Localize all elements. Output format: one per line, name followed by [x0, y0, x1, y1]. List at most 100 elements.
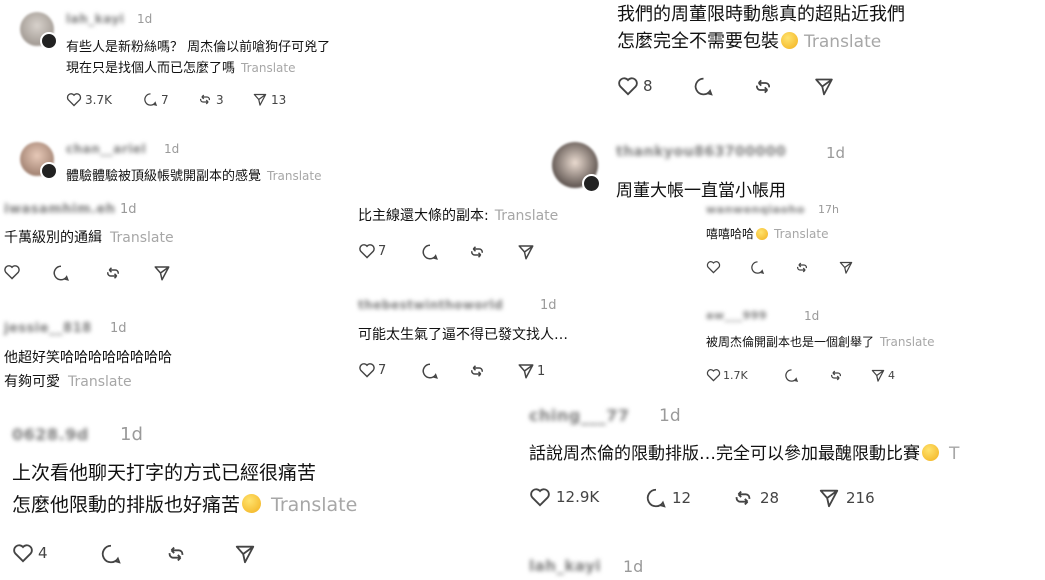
- heart-icon: [4, 265, 20, 280]
- repost-button[interactable]: 3: [197, 92, 224, 107]
- reply-button[interactable]: 7: [143, 92, 169, 107]
- comment-text: 嘻嘻哈哈 Translate: [706, 227, 829, 241]
- translate-link[interactable]: Translate: [68, 374, 132, 390]
- comment-card: ching___77 1d 話說周杰倫的限動排版…完全可以參加最醜限動比賽 T 1…: [525, 396, 1045, 531]
- comment-text: 被周杰倫開副本也是一個創舉了 Translate: [706, 335, 935, 349]
- comment-icon: [422, 363, 438, 379]
- share-button[interactable]: 216: [817, 487, 875, 509]
- username[interactable]: aw___999: [706, 309, 767, 322]
- translate-link[interactable]: Translate: [271, 494, 357, 516]
- share-icon: [518, 364, 534, 379]
- repost-button[interactable]: [164, 543, 188, 565]
- repost-button[interactable]: 28: [731, 487, 779, 509]
- like-button[interactable]: [706, 260, 721, 274]
- share-count: 1: [537, 363, 546, 379]
- translate-link[interactable]: Translate: [110, 230, 174, 246]
- share-button[interactable]: 1: [517, 362, 545, 380]
- comment-text: 有夠可愛 Translate: [4, 374, 132, 390]
- username[interactable]: ching___77: [529, 406, 629, 425]
- username[interactable]: wanwenqiaoho: [706, 203, 805, 216]
- comment-text: 有些人是新粉絲嗎？ 周杰倫以前嗆狗仔可兇了: [66, 40, 331, 55]
- comment-text: 他超好笑哈哈哈哈哈哈哈哈: [4, 350, 172, 366]
- comment-card: 我們的周董限時動態真的超貼近我們 怎麼完全不需要包裝 Translate 8: [525, 0, 1045, 118]
- share-button[interactable]: 4: [870, 368, 895, 383]
- repost-icon: [735, 490, 751, 506]
- reply-button[interactable]: [750, 260, 765, 275]
- comment-text: 可能太生氣了逼不得已發文找人…: [358, 327, 568, 343]
- username[interactable]: chan__ariel: [66, 142, 146, 156]
- like-count: 1.7K: [723, 368, 748, 382]
- share-button[interactable]: 13: [252, 92, 286, 107]
- comment-text: 話說周杰倫的限動排版…完全可以參加最醜限動比賽 T: [529, 444, 960, 464]
- repost-button[interactable]: [468, 243, 486, 261]
- share-button[interactable]: [517, 243, 535, 261]
- share-button[interactable]: [233, 543, 257, 565]
- share-count: 4: [888, 369, 895, 382]
- username[interactable]: 0628.9d: [12, 425, 89, 444]
- share-button[interactable]: [838, 260, 854, 275]
- translate-link[interactable]: Translate: [241, 61, 296, 75]
- repost-button[interactable]: [468, 362, 486, 380]
- like-count: 3.7K: [85, 92, 112, 107]
- timestamp: 1d: [804, 309, 820, 323]
- username[interactable]: iwasamhim.eh: [4, 202, 116, 217]
- heart-icon: [706, 369, 721, 382]
- like-button[interactable]: 8: [617, 76, 653, 96]
- translate-link[interactable]: T: [949, 444, 959, 464]
- comment-text: 體驗體驗被頂級帳號開副本的感覺 Translate: [66, 169, 322, 184]
- share-button[interactable]: [153, 264, 171, 282]
- repost-icon: [471, 365, 483, 377]
- repost-count: 3: [216, 92, 224, 107]
- reply-button[interactable]: [421, 362, 439, 380]
- repost-button[interactable]: [104, 264, 122, 282]
- repost-button[interactable]: [828, 368, 844, 383]
- username[interactable]: lah_kayi: [529, 557, 601, 575]
- grinning-emoji-icon: [242, 494, 262, 513]
- heart-icon: [706, 261, 721, 274]
- translate-link[interactable]: Translate: [804, 32, 881, 52]
- repost-button[interactable]: [794, 260, 810, 275]
- share-icon: [839, 261, 853, 274]
- share-button[interactable]: [813, 76, 835, 97]
- share-icon: [154, 266, 170, 281]
- like-button[interactable]: 7: [358, 243, 386, 259]
- translate-link[interactable]: Translate: [267, 169, 322, 183]
- share-icon: [253, 93, 267, 106]
- comment-card: jessie__818 1d 他超好笑哈哈哈哈哈哈哈哈 有夠可愛 Translat…: [0, 312, 350, 400]
- like-button[interactable]: 7: [358, 362, 386, 378]
- repost-icon: [831, 370, 841, 381]
- timestamp: 1d: [110, 321, 127, 336]
- like-button[interactable]: 12.9K: [529, 487, 599, 507]
- reply-button[interactable]: [784, 368, 799, 383]
- timestamp: 1d: [120, 202, 137, 217]
- translate-link[interactable]: Translate: [495, 208, 559, 224]
- translate-link[interactable]: Translate: [774, 227, 829, 241]
- comment-text: 比主線還大條的副本: Translate: [358, 208, 559, 224]
- username[interactable]: lah_kayi: [66, 12, 124, 26]
- translate-link[interactable]: Translate: [880, 335, 935, 349]
- comment-card: thebestwinthoworld 1d 可能太生氣了逼不得已發文找人… 7 …: [350, 288, 600, 388]
- grinning-emoji-icon: [756, 228, 769, 240]
- like-button[interactable]: 4: [12, 543, 48, 563]
- username[interactable]: thebestwinthoworld: [358, 298, 503, 312]
- reply-button[interactable]: [52, 264, 70, 282]
- timestamp: 17h: [818, 203, 839, 216]
- reply-button[interactable]: [693, 76, 714, 97]
- like-button[interactable]: 3.7K: [66, 92, 112, 107]
- like-button[interactable]: [3, 264, 21, 280]
- repost-icon: [471, 246, 483, 258]
- comment-icon: [101, 544, 121, 564]
- share-icon: [819, 489, 839, 508]
- reply-button[interactable]: [100, 543, 122, 565]
- reply-button[interactable]: [421, 243, 439, 261]
- timestamp: 1d: [137, 12, 153, 26]
- username[interactable]: thankyou863700000: [616, 144, 786, 160]
- comment-icon: [422, 244, 438, 260]
- like-button[interactable]: 1.7K: [706, 368, 748, 382]
- comment-card: thankyou863700000 1d 周董大帳一直當小帳用: [548, 130, 848, 200]
- username[interactable]: jessie__818: [4, 321, 92, 336]
- repost-icon: [107, 267, 119, 279]
- reply-button[interactable]: 12: [645, 487, 691, 509]
- repost-button[interactable]: [752, 76, 774, 97]
- share-count: 216: [846, 489, 875, 507]
